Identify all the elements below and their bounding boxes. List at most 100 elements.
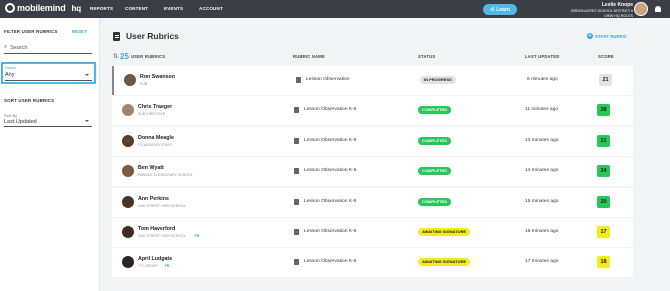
- logo-mark-icon: [5, 3, 15, 13]
- avatar: [122, 195, 134, 208]
- nav-reports[interactable]: REPORTS: [90, 6, 113, 11]
- table-row[interactable]: Ben Wyatt PAWNEE ELEMENTARY SCHOOL Lesso…: [112, 157, 633, 187]
- logo-suffix: hq: [71, 3, 82, 13]
- table-row[interactable]: Tom Haverford OAK STREET HIGH SCHOOL +5 …: [112, 217, 633, 247]
- sortby-label: Sort By: [4, 113, 18, 118]
- user-district: GREEN ACRES SCHOOL DISTRICT ▾: [570, 9, 633, 13]
- user-name: Leslie Knope: [601, 2, 633, 8]
- search-placeholder: Search: [10, 44, 28, 51]
- sortby-select[interactable]: Sort By Last Updated: [4, 113, 92, 127]
- status-label: Status: [5, 65, 17, 70]
- top-navigation-bar: mobilemind hq REPORTS CONTENT EVENTS ACC…: [0, 0, 670, 18]
- clipboard-icon: [113, 31, 120, 41]
- sort-title: SORT USER RUBRICS: [4, 98, 55, 103]
- col-status[interactable]: STATUS: [418, 54, 435, 59]
- col-last-updated[interactable]: LAST UPDATED: [525, 54, 559, 59]
- table-row[interactable]: Donna Meagle *CLASSIFIED STAFF Lesson Ob…: [112, 126, 633, 156]
- learn-button[interactable]: ↺ Learn: [483, 4, 517, 15]
- col-rubric-name[interactable]: RUBRIC NAME: [293, 54, 325, 59]
- row-extra-groups[interactable]: +6: [164, 263, 169, 268]
- rubric-document-icon: [294, 137, 299, 144]
- rubric-count: ⇅ 25 USER RUBRICS: [113, 52, 165, 61]
- filter-title: FILTER USER RUBRICS: [4, 29, 58, 34]
- row-last-updated: 6 minutes ago: [527, 77, 558, 82]
- row-rubric-name: Lesson Observation K-5: [304, 228, 357, 234]
- row-user-name: Ron Swanson: [140, 74, 176, 80]
- rubric-list: Ron Swanson PUB Lesson Observation IN PR…: [112, 66, 633, 279]
- col-user-rubrics[interactable]: USER RUBRICS: [131, 54, 165, 59]
- row-rubric-name: Lesson Observation K-5: [304, 168, 357, 174]
- row-user-name: Donna Meagle: [138, 134, 174, 141]
- row-user-group: *TC GROUP: [138, 264, 158, 269]
- row-last-updated: 17 minutes ago: [525, 259, 559, 265]
- page-title-text: User Rubrics: [126, 31, 179, 41]
- mobilemind-logo[interactable]: mobilemind hq: [5, 3, 81, 13]
- row-user-group: SUB DIRECTIVE: [138, 112, 166, 117]
- score-badge: 28: [597, 104, 610, 117]
- status-badge: COMPLETED: [418, 106, 452, 115]
- status-badge: IN PROGRESS: [420, 76, 456, 84]
- rubric-document-icon: [294, 168, 299, 175]
- user-menu[interactable]: Leslie Knope GREEN ACRES SCHOOL DISTRICT…: [571, 2, 633, 18]
- table-row[interactable]: April Ludgate *TC GROUP +6 Lesson Observ…: [112, 248, 633, 278]
- row-last-updated: 15 minutes ago: [525, 198, 559, 204]
- avatar: [124, 74, 136, 86]
- search-input[interactable]: ⌕ Search: [4, 42, 92, 54]
- row-user-name: Chris Traeger: [138, 104, 173, 111]
- rubric-document-icon: [296, 77, 301, 83]
- avatar: [122, 104, 134, 117]
- col-score[interactable]: SCORE: [598, 54, 614, 59]
- nav-events[interactable]: EVENTS: [164, 6, 183, 11]
- row-last-updated: 11 minutes ago: [525, 107, 559, 113]
- row-user-group: PUB: [140, 82, 148, 86]
- row-last-updated: 16 minutes ago: [525, 228, 559, 234]
- table-row[interactable]: Ron Swanson PUB Lesson Observation IN PR…: [112, 66, 633, 95]
- status-badge: AWAITING SIGNATURE: [418, 258, 471, 267]
- filter-sidebar: FILTER USER RUBRICS RESET ⌕ Search Statu…: [0, 18, 100, 291]
- chevron-down-icon: [85, 74, 89, 76]
- score-badge: 21: [597, 134, 610, 147]
- rubric-count-number: 25: [120, 52, 129, 61]
- rubric-document-icon: [294, 228, 299, 235]
- logo-text: mobilemind: [17, 3, 66, 13]
- row-user-group: *CLASSIFIED STAFF: [138, 142, 172, 147]
- rubric-document-icon: [294, 259, 299, 266]
- row-user-name: Tom Haverford: [138, 225, 176, 232]
- row-last-updated: 14 minutes ago: [525, 168, 559, 174]
- status-value: Any: [5, 72, 15, 78]
- user-avatar[interactable]: [634, 2, 648, 16]
- row-rubric-name: Lesson Observation: [306, 77, 350, 82]
- row-user-name: Ann Perkins: [138, 195, 169, 202]
- row-user-group: OAK STREET HIGH SCHOOL: [138, 203, 186, 208]
- avatar: [122, 165, 134, 178]
- avatar: [122, 134, 134, 147]
- table-row[interactable]: Ann Perkins OAK STREET HIGH SCHOOL Lesso…: [112, 187, 633, 217]
- row-user-group: OAK STREET HIGH SCHOOL: [138, 233, 186, 238]
- page-title: User Rubrics: [113, 31, 179, 41]
- start-rubric-button[interactable]: + START RUBRIC: [587, 33, 627, 39]
- avatar: [122, 256, 134, 269]
- nav-account[interactable]: ACCOUNT: [199, 6, 223, 11]
- status-select[interactable]: Status Any: [1, 62, 96, 84]
- row-extra-groups[interactable]: +5: [194, 233, 199, 238]
- learn-label: Learn: [496, 6, 510, 13]
- notification-bell-icon[interactable]: [655, 6, 661, 12]
- status-badge: COMPLETED: [418, 167, 452, 176]
- sortby-value: Last Updated: [4, 119, 37, 125]
- nav-content[interactable]: CONTENT: [125, 6, 148, 11]
- chevron-down-icon: [85, 120, 89, 122]
- row-rubric-name: Lesson Observation K-5: [304, 259, 357, 265]
- rubric-document-icon: [294, 198, 299, 205]
- reset-button[interactable]: RESET: [72, 29, 87, 34]
- row-rubric-name: Lesson Observation K-5: [304, 198, 357, 204]
- table-row[interactable]: Chris Traeger SUB DIRECTIVE Lesson Obser…: [112, 96, 633, 126]
- sort-icon[interactable]: ⇅: [113, 53, 118, 60]
- status-badge: COMPLETED: [418, 136, 452, 145]
- row-user-group: PAWNEE ELEMENTARY SCHOOL: [138, 173, 193, 178]
- score-badge: 18: [597, 256, 610, 269]
- status-badge: AWAITING SIGNATURE: [418, 227, 471, 236]
- row-rubric-name: Lesson Observation K-5: [304, 137, 357, 143]
- row-last-updated: 13 minutes ago: [525, 137, 559, 143]
- row-user-name: Ben Wyatt: [138, 165, 164, 172]
- start-rubric-label: START RUBRIC: [595, 33, 627, 39]
